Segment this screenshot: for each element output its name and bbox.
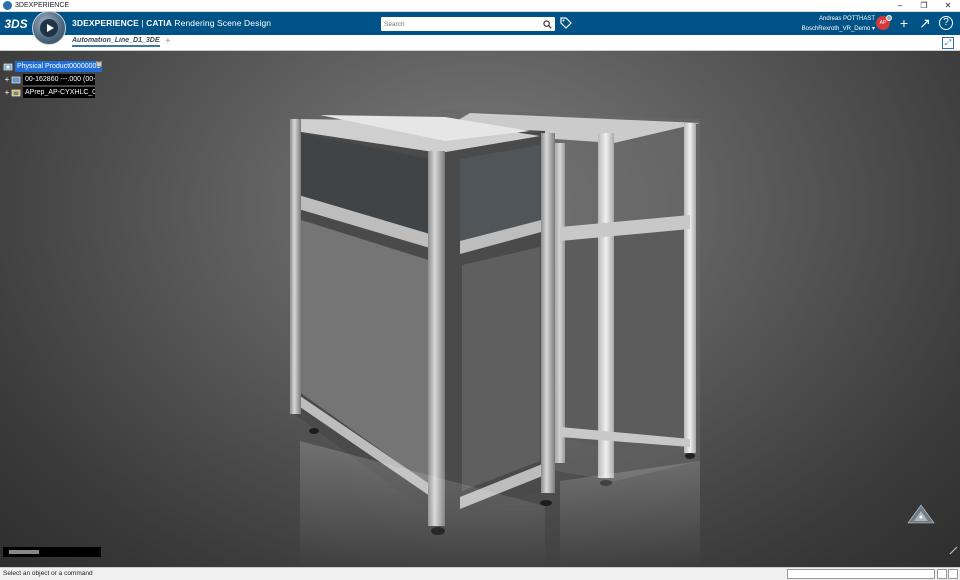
share-button[interactable]: ↗ [917, 15, 933, 31]
brand-separator: | [138, 18, 147, 28]
command-toggle-icon[interactable] [937, 569, 947, 579]
command-maximize-icon[interactable] [948, 569, 958, 579]
scene-render[interactable] [0, 51, 960, 567]
add-button[interactable]: + [896, 15, 912, 31]
tree-node-1[interactable]: + 00-162860 ---.000 (00-162860 ---.000) [3, 73, 102, 86]
restore-button[interactable]: ❐ [912, 0, 936, 12]
tag-icon[interactable] [560, 17, 572, 29]
notification-badge [886, 15, 892, 21]
os-title-bar: 3DEXPERIENCE – ❐ ✕ [0, 0, 960, 12]
minimize-button[interactable]: – [888, 0, 912, 12]
expand-icon[interactable]: + [3, 75, 11, 84]
3d-viewport[interactable]: Physical Product00000001 ⌃ + 00-162860 -… [0, 51, 960, 567]
spec-tree: Physical Product00000001 ⌃ + 00-162860 -… [3, 60, 103, 99]
scroll-thumb[interactable] [9, 550, 39, 554]
part-icon [11, 76, 21, 83]
tree-node-1-label[interactable]: 00-162860 ---.000 (00-162860 ---.000) [23, 74, 95, 85]
tree-node-2-label[interactable]: APrep_AP-CYXHLC_00-162860 [23, 87, 95, 98]
search-box [381, 17, 555, 31]
os-window-title: 3DEXPERIENCE [15, 2, 70, 9]
resize-grip-icon[interactable] [948, 545, 958, 555]
brand-app: CATIA [146, 18, 172, 28]
tree-node-2[interactable]: + APrep_AP-CYXHLC_00-162860 [3, 86, 102, 99]
status-bar: Select an object or a command [0, 567, 960, 580]
search-icon[interactable] [543, 19, 552, 29]
user-block[interactable]: Andreas POTTHAST BoschRexroth_VR_Demo ▾ [795, 14, 875, 34]
tree-root[interactable]: Physical Product00000001 ⌃ [3, 60, 103, 73]
command-input[interactable] [787, 569, 935, 579]
play-icon[interactable] [40, 19, 58, 37]
viewport-scrollbar[interactable] [3, 547, 101, 557]
chevron-down-icon[interactable]: ▾ [872, 26, 875, 32]
help-button[interactable]: ? [939, 16, 953, 30]
product-icon [3, 63, 13, 70]
app-icon [3, 1, 12, 10]
search-input[interactable] [381, 18, 531, 30]
close-button[interactable]: ✕ [936, 0, 960, 12]
user-name: Andreas POTTHAST [818, 16, 875, 22]
app-brand: 3DEXPERIENCE | CATIA Rendering Scene Des… [72, 18, 271, 28]
tab-bar: Automation_Line_D1_3DEXPERIENCE + ⤢ [0, 35, 960, 51]
tree-root-label[interactable]: Physical Product00000001 [15, 61, 103, 72]
brand-role: Rendering Scene Design [171, 18, 272, 28]
add-tab-button[interactable]: + [165, 36, 171, 47]
avatar-initials: AP [879, 20, 887, 26]
expand-icon[interactable]: + [3, 88, 11, 97]
collapse-tree-icon[interactable]: ⌃ [96, 61, 102, 67]
window-controls: – ❐ ✕ [888, 0, 960, 12]
status-message: Select an object or a command [3, 570, 93, 577]
rep-icon [11, 89, 21, 96]
tenant-name: BoschRexroth_VR_Demo [801, 26, 871, 32]
tab-automation-line[interactable]: Automation_Line_D1_3DEXPERIENCE [72, 37, 160, 47]
avatar[interactable]: AP [876, 15, 892, 30]
view-cube-icon[interactable] [906, 503, 936, 527]
compass-icon[interactable] [32, 11, 66, 45]
ds-logo[interactable]: 3DS [2, 17, 30, 31]
fullscreen-icon[interactable]: ⤢ [942, 37, 954, 49]
app-header: 3DS 3DEXPERIENCE | CATIA Rendering Scene… [0, 11, 960, 45]
brand-prefix: 3DEXPERIENCE [72, 18, 139, 28]
